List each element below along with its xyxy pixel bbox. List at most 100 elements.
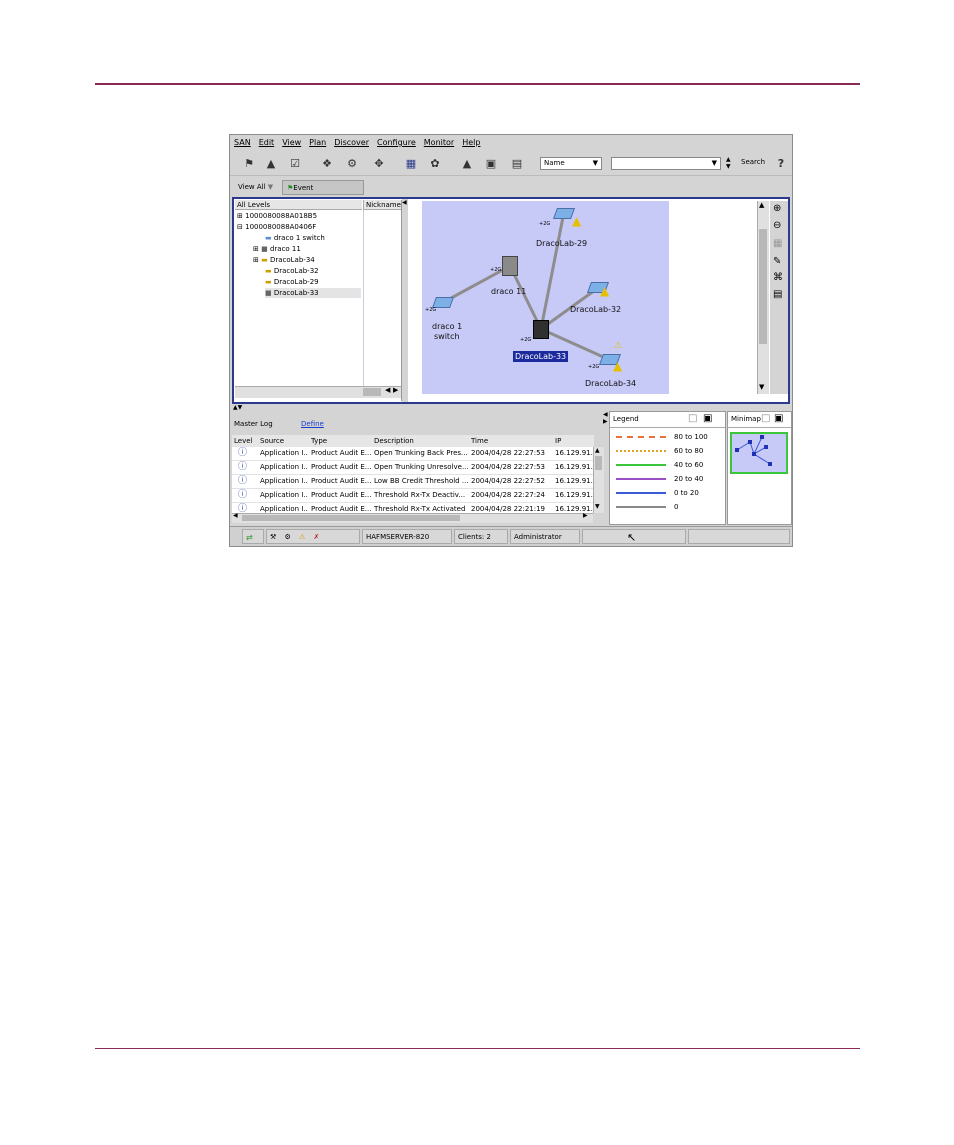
node-label-draco1: draco 1 (432, 322, 463, 331)
log-vertical-scrollbar[interactable]: ▲ ▼ (593, 447, 604, 513)
scroll-down-icon[interactable]: ▼ (759, 383, 764, 391)
save-layout-icon[interactable]: ▤ (773, 289, 782, 300)
table-row[interactable]: ⓘ Application I... Product Audit E... Op… (232, 447, 594, 461)
scroll-thumb[interactable] (363, 388, 381, 396)
minimap-viewport[interactable] (730, 432, 788, 474)
search-input[interactable]: ▼ (611, 157, 721, 170)
table-row[interactable]: ⓘ Application I... Product Audit E... Th… (232, 489, 594, 503)
scroll-down-icon[interactable]: ▼ (595, 503, 600, 510)
menu-bar: SAN Edit View Plan Discover Configure Mo… (230, 135, 792, 150)
help-icon[interactable]: ? (772, 154, 790, 172)
zone-icon[interactable]: ⚙ (343, 154, 361, 172)
cell-time: 2004/04/28 22:27:53 (471, 463, 546, 471)
tree-item-draco11[interactable]: ⊞ ■ draco 11 (253, 244, 301, 254)
tree-item-fabric-1[interactable]: ⊞ 1000080088A018B5 (237, 211, 317, 221)
map-vertical-scrollbar[interactable]: ▲ ▼ (757, 201, 769, 394)
menu-edit[interactable]: Edit (259, 138, 275, 147)
menu-help[interactable]: Help (462, 138, 480, 147)
scroll-left-icon[interactable]: ◀ (233, 512, 238, 519)
scroll-right-icon[interactable]: ▶ (583, 512, 588, 519)
expand-icon[interactable]: ⊞ (253, 256, 259, 264)
log-horizontal-scrollbar[interactable]: ◀ ▶ (232, 512, 593, 523)
topology-map[interactable]: ▲ DracoLab-29 +2G draco 11 +2G ▲ DracoLa… (422, 201, 669, 394)
search-spinner[interactable]: ▲ ▼ (726, 156, 735, 171)
search-button[interactable]: Search (738, 157, 770, 170)
scroll-thumb[interactable] (595, 456, 602, 470)
scroll-thumb[interactable] (242, 515, 460, 521)
tree-horizontal-scrollbar[interactable]: ◀ ▶ (235, 386, 401, 398)
fit-icon[interactable]: ▦ (773, 238, 782, 249)
director-icon[interactable] (502, 256, 518, 276)
scroll-thumb[interactable] (759, 229, 767, 344)
expand-icon[interactable]: ⊞ (253, 245, 259, 253)
switch-warning-icon: ▬ (265, 267, 272, 275)
director-icon[interactable] (533, 320, 549, 339)
zoom-out-icon[interactable]: ⊖ (773, 220, 781, 231)
gear-icon[interactable]: ⚙ (285, 533, 291, 541)
tree-view-icon[interactable]: ✿ (426, 154, 444, 172)
collapse-left-icon[interactable]: ◀ ▶ (603, 411, 608, 431)
menu-discover[interactable]: Discover (334, 138, 369, 147)
discover-icon[interactable]: ⚑ (240, 154, 258, 172)
grid-view-icon[interactable]: ▦ (402, 154, 420, 172)
scroll-left-icon[interactable]: ◀ (385, 386, 390, 394)
splitter-handle[interactable]: ◀ (402, 199, 408, 402)
tree-item-dracolab33[interactable]: ■ DracoLab-33 (265, 288, 361, 298)
menu-monitor[interactable]: Monitor (424, 138, 454, 147)
scroll-up-icon[interactable]: ▲ (759, 201, 764, 209)
table-row[interactable]: ⓘ Application I... Product Audit E... Op… (232, 461, 594, 475)
node-label-dracolab33-selected[interactable]: DracoLab-33 (513, 351, 569, 362)
checklist-icon[interactable]: ☑ (286, 154, 304, 172)
legend-label: 0 (674, 503, 679, 511)
find-by-select[interactable]: Name ▼ (540, 157, 602, 170)
col-level[interactable]: Level (234, 435, 256, 447)
table-row[interactable]: ⓘ Application I... Product Audit E... Th… (232, 503, 594, 513)
legend-divider (610, 427, 725, 428)
menu-configure[interactable]: Configure (377, 138, 416, 147)
wrench-icon[interactable]: ⚒ (270, 533, 276, 541)
col-type[interactable]: Type (311, 435, 371, 447)
tree-item-fabric-2[interactable]: ⊟ 1000080088A0406F (237, 222, 316, 232)
layout-icon[interactable]: ⌘ (773, 272, 783, 283)
undock-icon[interactable]: ▣ (774, 413, 783, 424)
cell-type: Product Audit E... (311, 491, 371, 499)
legend-item: 60 to 80 (616, 446, 721, 456)
col-source[interactable]: Source (260, 435, 308, 447)
col-ip[interactable]: IP (555, 435, 593, 447)
scroll-right-icon[interactable]: ▶ (393, 386, 398, 394)
move-icon[interactable]: ✥ (370, 154, 388, 172)
undock-icon[interactable]: ▣ (703, 413, 712, 424)
menu-san[interactable]: SAN (234, 138, 251, 147)
tree-item-dracolab32[interactable]: ▬ DracoLab-32 (265, 266, 319, 276)
tree-item-dracolab34[interactable]: ⊞ ▬ DracoLab-34 (253, 255, 315, 265)
connect-icon[interactable]: ❖ (318, 154, 336, 172)
report-icon[interactable]: ▤ (508, 154, 526, 172)
pin-icon[interactable]: □ (761, 413, 770, 424)
table-row[interactable]: ⓘ Application I... Product Audit E... Lo… (232, 475, 594, 489)
tab-event-management[interactable]: ⚑Event Management (282, 180, 364, 207)
edit-icon[interactable]: ✎ (773, 256, 781, 267)
chevron-down-icon: ▼ (592, 159, 598, 167)
switch-icon: ▬ (265, 234, 272, 242)
col-description[interactable]: Description (374, 435, 468, 447)
tab-view-all[interactable]: View All ▼ (234, 180, 286, 195)
tree-item-dracolab29[interactable]: ▬ DracoLab-29 (265, 277, 319, 287)
export-icon[interactable]: ▲ (262, 154, 280, 172)
scroll-up-icon[interactable]: ▲ (595, 447, 600, 454)
cell-ip: 16.129.91... (555, 463, 593, 471)
zoom-in-icon[interactable]: ⊕ (773, 203, 781, 214)
menu-view[interactable]: View (282, 138, 301, 147)
tree-item-draco1-switch[interactable]: ▬ draco 1 switch (265, 233, 325, 243)
collapse-icon[interactable]: ⊟ (237, 223, 243, 231)
define-link[interactable]: Define (301, 420, 324, 428)
pin-icon[interactable]: □ (688, 413, 697, 424)
menu-plan[interactable]: Plan (309, 138, 326, 147)
performance-icon[interactable]: ▲ (458, 154, 476, 172)
disabled-icon[interactable]: ✗ (314, 533, 320, 541)
warning-icon[interactable]: ⚠ (299, 533, 305, 541)
col-time[interactable]: Time (471, 435, 551, 447)
collapse-left-icon[interactable]: ◀ (402, 199, 407, 206)
camera-icon[interactable]: ▣ (482, 154, 500, 172)
expand-icon[interactable]: ⊞ (237, 212, 243, 220)
tree-item-label: DracoLab-33 (273, 289, 319, 297)
